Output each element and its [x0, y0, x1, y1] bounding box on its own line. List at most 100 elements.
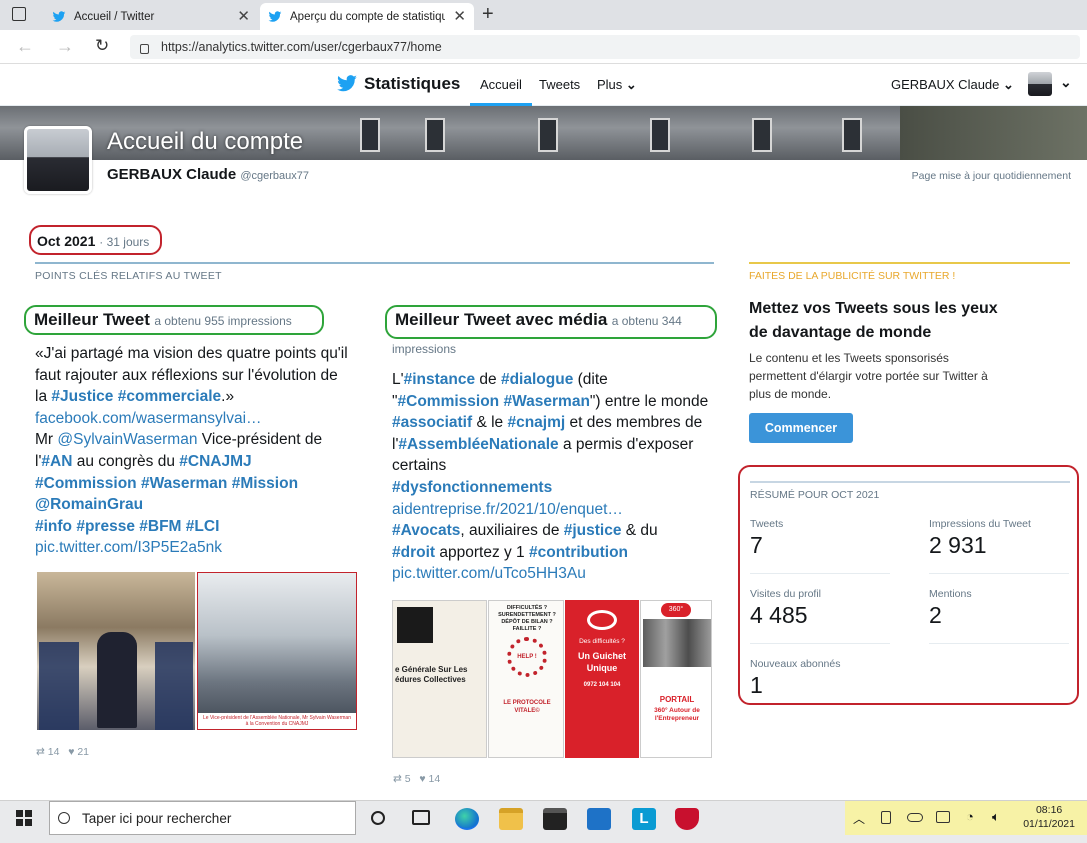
mention[interactable]: @RomainGrau	[35, 496, 143, 513]
media-panel-3[interactable]: Des difficultés ? Un Guichet Unique 0972…	[565, 600, 639, 758]
stat-label: Impressions du Tweet	[929, 518, 1031, 530]
clock-date: 01/11/2021	[1023, 818, 1075, 830]
hashtag[interactable]: #LCI	[186, 518, 220, 535]
tweet-link[interactable]: aidentreprise.fr/2021/10/enquet…	[392, 501, 623, 518]
hashtag[interactable]: #contribution	[529, 544, 628, 561]
banner-window	[752, 118, 772, 152]
onedrive-icon[interactable]	[907, 813, 923, 822]
banner-foliage	[900, 106, 1087, 160]
hashtag[interactable]: #Commission	[35, 475, 137, 492]
panel-portal: PORTAIL	[659, 695, 695, 704]
account-display-name: GERBAUX Claude	[107, 166, 237, 183]
account-name: GERBAUX Claude @cgerbaux77	[107, 166, 309, 183]
banner-window	[538, 118, 558, 152]
twitter-bird-icon	[268, 10, 282, 22]
nav-more[interactable]: Plus ⌄	[597, 77, 637, 93]
tab-close-icon[interactable]: ✕	[453, 9, 466, 24]
section-title: POINTS CLÉS RELATIFS AU TWEET	[35, 270, 222, 282]
tweet-link[interactable]: facebook.com/wasermansylvai…	[35, 410, 262, 427]
stat-value: 1	[750, 672, 763, 698]
stat-tweets: Tweets 7	[750, 518, 900, 559]
meet-icon[interactable]	[881, 811, 891, 824]
mcafee-icon[interactable]	[675, 808, 699, 830]
tweet-text: apportez y 1	[435, 543, 529, 561]
edge-icon[interactable]	[455, 808, 479, 830]
best-media-tweet-heading: Meilleur Tweet avec média a obtenu 344	[385, 305, 717, 339]
panel-faces	[643, 619, 711, 667]
tab-analytics[interactable]: Aperçu du compte de statistique ✕	[260, 3, 474, 30]
hashtag[interactable]: #cnajmj	[507, 414, 565, 431]
hashtag[interactable]: #info	[35, 518, 72, 535]
nav-home[interactable]: Accueil	[470, 64, 532, 106]
store-icon[interactable]	[543, 808, 567, 830]
reload-icon[interactable]: ↻	[95, 36, 109, 56]
taskbar-search[interactable]: Taper ici pour rechercher	[49, 801, 356, 835]
hashtag[interactable]: #droit	[392, 544, 435, 561]
start-tile	[25, 819, 32, 826]
hashtag[interactable]: #justice	[564, 522, 622, 539]
best-tweet-image-1[interactable]	[37, 572, 195, 730]
tweet-text: .»	[221, 388, 235, 406]
lenovo-app-icon[interactable]: L	[632, 808, 656, 830]
volume-icon[interactable]: 🔈︎	[992, 809, 1000, 825]
mail-icon[interactable]	[587, 808, 611, 830]
media-panel-1[interactable]: e Générale Sur Les édures Collectives	[392, 600, 487, 758]
windows-start-icon[interactable]	[16, 810, 32, 826]
hashtag[interactable]: #Mission	[232, 475, 298, 492]
update-note: Page mise à jour quotidiennement	[911, 170, 1071, 182]
mention[interactable]: @SylvainWaserman	[57, 431, 197, 448]
start-ads-button[interactable]: Commencer	[749, 413, 853, 443]
hashtag[interactable]: #dialogue	[501, 371, 573, 388]
tab-close-icon[interactable]: ✕	[237, 9, 250, 24]
twitter-bird-icon	[52, 10, 66, 22]
wifi-icon[interactable]: ◔	[966, 809, 974, 824]
brand[interactable]: Statistiques	[336, 74, 460, 94]
panel-subtitle: Des difficultés ?	[579, 638, 625, 645]
cortana-icon[interactable]	[371, 811, 385, 825]
file-explorer-icon[interactable]	[499, 808, 523, 830]
user-menu[interactable]: GERBAUX Claude ⌄	[891, 77, 1014, 93]
chevron-down-icon: ⌄	[625, 77, 637, 92]
hashtag[interactable]: #BFM	[139, 518, 181, 535]
hashtag[interactable]: #AssembléeNationale	[398, 436, 558, 453]
eye-logo-icon	[587, 610, 617, 630]
hashtag[interactable]: #associatif	[392, 414, 472, 431]
best-media-tweet-stats: ⇄ 5 ♥ 14	[393, 773, 440, 785]
banner-window	[425, 118, 445, 152]
network-monitor-icon[interactable]	[936, 811, 950, 823]
chevron-up-icon[interactable]: ︿	[853, 810, 865, 827]
best-tweet-image-2[interactable]: Le Vice-président de l'Assemblée Nationa…	[197, 572, 357, 730]
hashtag[interactable]: #Waserman	[503, 393, 589, 410]
task-view-icon[interactable]	[412, 810, 430, 825]
taskbar-clock[interactable]: 08:16 01/11/2021	[1023, 803, 1075, 831]
tweet-link[interactable]: pic.twitter.com/I3P5E2a5nk	[35, 539, 222, 556]
tweet-text: ") entre le monde	[589, 392, 709, 410]
hashtag[interactable]: #Commission	[398, 393, 500, 410]
hashtag[interactable]: #dysfonctionnements	[392, 479, 552, 496]
media-panel-2[interactable]: DIFFICULTÉS ? SURENDETTEMENT ? DÉPÔT DE …	[488, 600, 564, 758]
chevron-down-icon[interactable]: ⌄	[1060, 74, 1072, 91]
nav-tweets[interactable]: Tweets	[539, 77, 580, 92]
hashtag[interactable]: #Avocats	[392, 522, 460, 539]
tweet-link[interactable]: pic.twitter.com/uTco5HH3Au	[392, 565, 586, 582]
period-selector[interactable]: Oct 2021 · 31 jours	[29, 225, 162, 255]
back-icon[interactable]: ←	[16, 36, 34, 56]
hashtag[interactable]: #AN	[41, 453, 72, 470]
tab-twitter-home[interactable]: Accueil / Twitter ✕	[44, 3, 258, 30]
user-avatar[interactable]	[1028, 72, 1052, 96]
url-field[interactable]: https://analytics.twitter.com/user/cgerb…	[130, 35, 1080, 59]
hashtag[interactable]: #instance	[404, 371, 476, 388]
analytics-top-nav: Statistiques Accueil Tweets Plus ⌄ GERBA…	[0, 64, 1087, 106]
hashtag[interactable]: #commerciale	[118, 388, 221, 405]
hashtag[interactable]: #Waserman	[141, 475, 227, 492]
media-panel-4[interactable]: 360° PORTAIL 360° Autour de l'Entreprene…	[640, 600, 712, 758]
hashtag[interactable]: #CNAJMJ	[179, 453, 251, 470]
hashtag[interactable]: #presse	[76, 518, 135, 535]
forward-icon[interactable]: →	[56, 36, 74, 56]
retweet-count: 14	[47, 746, 60, 758]
tab-actions-icon[interactable]	[12, 7, 26, 21]
image-caption-bar: Le Vice-président de l'Assemblée Nationa…	[198, 713, 356, 729]
hashtag[interactable]: #Justice	[51, 388, 113, 405]
new-tab-icon[interactable]: +	[482, 3, 494, 26]
account-avatar	[24, 126, 92, 194]
